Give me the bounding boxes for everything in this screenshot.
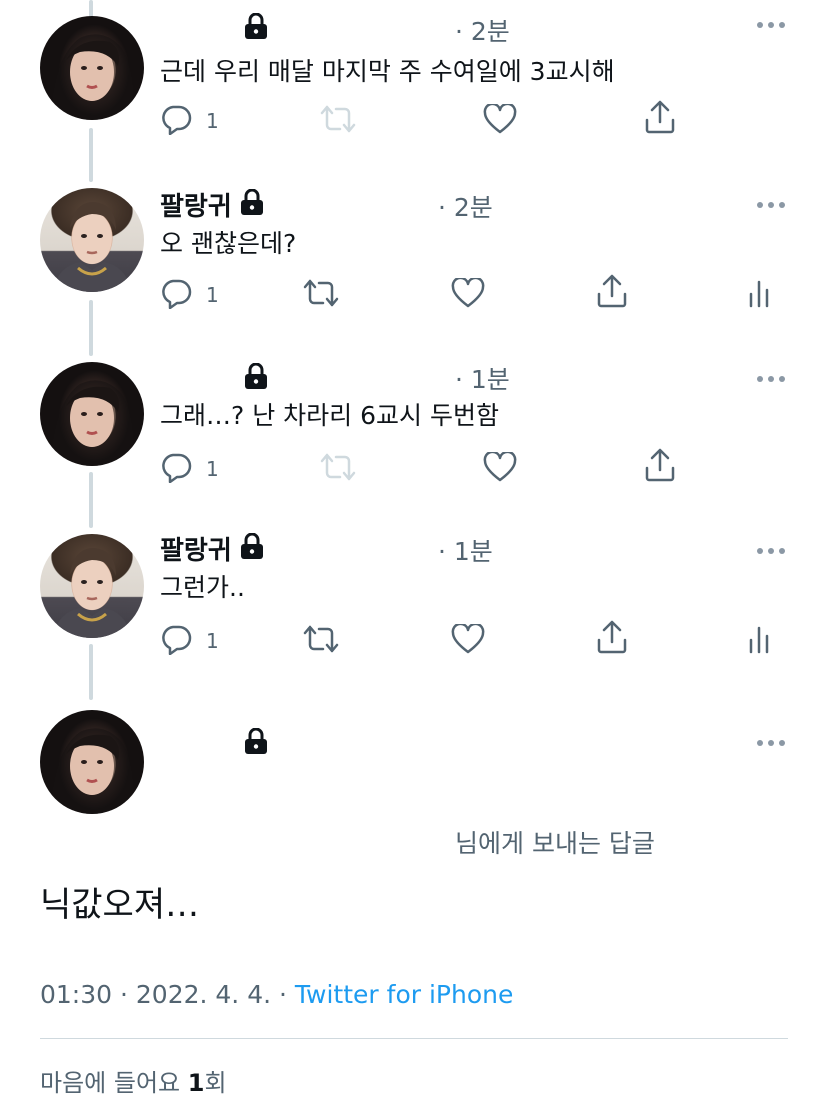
reply-button[interactable]: 1 [160, 103, 219, 139]
likes-count: 1 [187, 1069, 205, 1097]
analytics-button[interactable] [748, 624, 770, 658]
tweet-header [160, 360, 268, 396]
retweet-icon [320, 452, 356, 486]
tweet-text: 그런가.. [160, 573, 245, 602]
analytics-icon [748, 624, 770, 658]
tweet-actions: 1 [160, 274, 800, 314]
source-link[interactable]: Twitter for iPhone [295, 980, 513, 1009]
tweet-text: 근데 우리 매달 마지막 주 수여일에 3교시해 [160, 57, 615, 86]
retweet-icon [303, 624, 339, 658]
retweet-button[interactable] [303, 278, 339, 312]
tweet-header [160, 10, 268, 46]
tweet-header: 팔랑귀 [160, 186, 264, 222]
tweet-actions: 1 [160, 448, 800, 488]
reply-count: 1 [206, 109, 219, 133]
avatar[interactable] [40, 534, 144, 638]
heart-icon [451, 622, 485, 658]
avatar[interactable] [40, 16, 144, 120]
thread-connector [89, 128, 93, 182]
reply-button[interactable]: 1 [160, 277, 219, 313]
more-icon[interactable] [756, 370, 786, 389]
lock-icon [244, 12, 268, 43]
reply-icon [160, 451, 192, 487]
analytics-icon [748, 278, 770, 312]
share-button[interactable] [596, 274, 628, 312]
share-button[interactable] [644, 448, 676, 486]
main-tweet-text: 닉값오져… [40, 885, 200, 925]
likes-label: 마음에 들어요 [40, 1069, 188, 1097]
lock-icon [244, 362, 268, 393]
like-button[interactable] [451, 622, 485, 658]
tweet-time[interactable]: · 2분 [438, 188, 493, 224]
tweet-time[interactable]: · 1분 [455, 360, 510, 396]
heart-icon [483, 450, 517, 486]
like-button[interactable] [483, 102, 517, 138]
tweet-header: 팔랑귀 [160, 530, 264, 566]
author-name[interactable]: 팔랑귀 [160, 530, 232, 567]
like-button[interactable] [483, 450, 517, 486]
tweet-actions: 1 [160, 620, 800, 660]
share-icon [596, 274, 628, 312]
more-icon[interactable] [756, 196, 786, 215]
retweet-icon [303, 278, 339, 312]
more-icon[interactable] [756, 734, 786, 753]
analytics-button[interactable] [748, 278, 770, 312]
share-icon [644, 448, 676, 486]
heart-icon [483, 102, 517, 138]
thread-connector [89, 472, 93, 528]
lock-icon [240, 532, 264, 563]
lock-icon [240, 188, 264, 219]
like-button[interactable] [451, 276, 485, 312]
more-icon[interactable] [756, 542, 786, 561]
reply-button[interactable]: 1 [160, 623, 219, 659]
reply-icon [160, 623, 192, 659]
reply-icon [160, 277, 192, 313]
tweet-timestamp: 01:30 · 2022. 4. 4. · Twitter for iPhone [40, 980, 513, 1009]
tweet-time[interactable]: · 2분 [455, 12, 510, 48]
share-button[interactable] [596, 620, 628, 658]
author-name[interactable]: 팔랑귀 [160, 186, 232, 223]
tweet-thread-page: · 2분 근데 우리 매달 마지막 주 수여일에 3교시해 1 팔랑귀 · 2분… [0, 0, 827, 1120]
avatar[interactable] [40, 188, 144, 292]
tweet-actions: 1 [160, 100, 800, 140]
tweet-text: 그래…? 난 차라리 6교시 두번함 [160, 401, 499, 430]
timestamp-text[interactable]: 01:30 · 2022. 4. 4. · [40, 980, 295, 1009]
likes-suffix: 회 [204, 1069, 227, 1097]
thread-connector [89, 300, 93, 356]
tweet-time[interactable]: · 1분 [438, 532, 493, 568]
reply-icon [160, 103, 192, 139]
reply-button[interactable]: 1 [160, 451, 219, 487]
avatar[interactable] [40, 362, 144, 466]
lock-icon [244, 727, 268, 758]
retweet-button[interactable] [320, 104, 356, 138]
thread-connector [89, 644, 93, 700]
share-button[interactable] [644, 100, 676, 138]
reply-count: 1 [206, 457, 219, 481]
retweet-icon [320, 104, 356, 138]
more-icon[interactable] [756, 16, 786, 35]
heart-icon [451, 276, 485, 312]
share-icon [644, 100, 676, 138]
reply-count: 1 [206, 283, 219, 307]
retweet-button[interactable] [320, 452, 356, 486]
divider [40, 1038, 788, 1039]
avatar[interactable] [40, 710, 144, 814]
likes-summary[interactable]: 마음에 들어요 1회 [40, 1063, 227, 1098]
retweet-button[interactable] [303, 624, 339, 658]
tweet-text: 오 괜찮은데? [160, 229, 297, 258]
reply-count: 1 [206, 629, 219, 653]
reply-to-label: 님에게 보내는 답글 [455, 829, 655, 858]
share-icon [596, 620, 628, 658]
